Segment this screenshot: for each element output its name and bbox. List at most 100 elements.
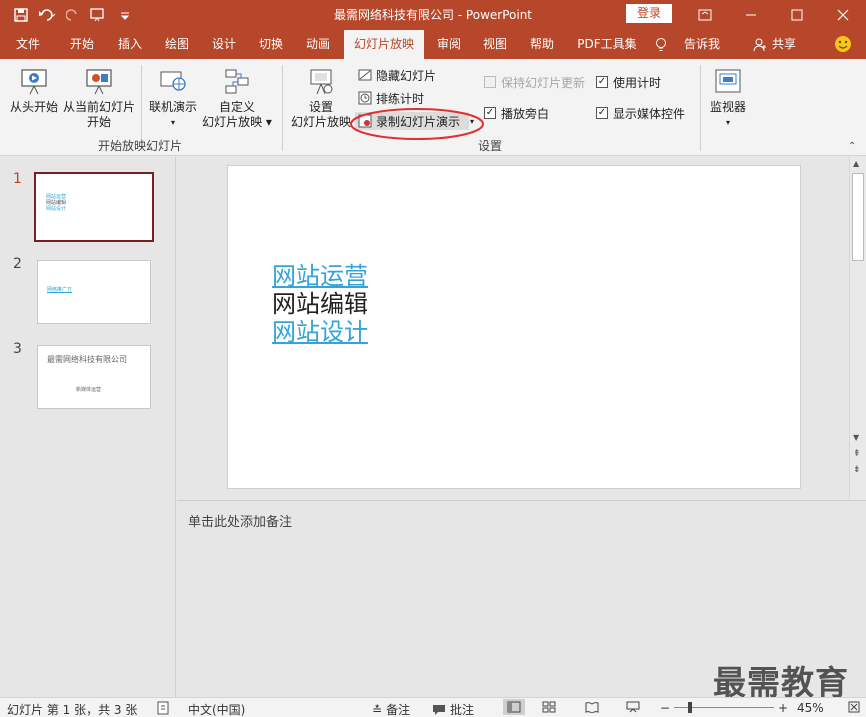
from-current-slide-button[interactable]: 从当前幻灯片 开始 (62, 67, 136, 130)
ribbon-separator (282, 65, 283, 151)
presentation-current-icon (86, 69, 112, 95)
setup-slideshow-label-2: 幻灯片放映 (290, 115, 351, 129)
present-online-icon (160, 71, 186, 91)
presentation-screen-icon (21, 69, 47, 95)
status-bar: 幻灯片 第 1 张，共 3 张 中文(中国) ≛ 备注 批注 − + 45% (0, 697, 866, 717)
tab-help[interactable]: 帮助 (520, 30, 564, 59)
current-slide[interactable]: 网站运营 网站编辑 网站设计 (227, 165, 801, 489)
scroll-down-icon[interactable]: ▼ (853, 433, 859, 442)
lightbulb-icon[interactable] (653, 30, 669, 59)
language-status[interactable]: 中文(中国) (188, 701, 245, 717)
show-media-controls-checkbox[interactable]: ✓ 显示媒体控件 (596, 104, 685, 122)
login-button[interactable]: 登录 (626, 4, 672, 23)
from-beginning-button[interactable]: 从头开始 (6, 67, 62, 115)
maximize-icon[interactable] (774, 0, 820, 30)
from-current-label-1: 从当前幻灯片 (62, 100, 135, 114)
undo-icon[interactable] (34, 4, 60, 26)
normal-view-icon[interactable] (503, 699, 525, 715)
slide-thumbnail-2[interactable]: 网络推广方 (37, 260, 151, 324)
minimize-icon[interactable] (728, 0, 774, 30)
play-narrations-checkbox[interactable]: ✓ 播放旁白 (484, 104, 549, 122)
zoom-slider-thumb[interactable] (688, 702, 692, 713)
redo-icon[interactable] (60, 4, 86, 26)
monitor-label: 监视器 (709, 100, 746, 114)
slide-thumbnail-1[interactable]: 网站运营 网站编辑 网站设计 (34, 172, 154, 242)
slide-link-website-operation[interactable]: 网站运营 (272, 262, 368, 290)
checkmark-icon: ✓ (596, 76, 608, 88)
notes-icon: ≛ (372, 702, 383, 717)
hide-slide-icon (358, 69, 372, 81)
custom-slideshow-label-2: 幻灯片放映 ▾ (202, 115, 272, 129)
accessibility-icon[interactable] (157, 701, 171, 715)
tab-insert[interactable]: 插入 (108, 30, 152, 59)
present-online-button[interactable]: 联机演示 ▾ (146, 67, 200, 130)
slide-sorter-view-icon[interactable] (542, 701, 556, 713)
save-icon[interactable] (8, 4, 34, 26)
use-timings-checkbox[interactable]: ✓ 使用计时 (596, 73, 661, 91)
ribbon-display-options-icon[interactable] (682, 0, 728, 30)
tab-design[interactable]: 设计 (202, 30, 246, 59)
share-button[interactable]: 共享 (769, 30, 799, 59)
collapse-ribbon-icon[interactable]: ⌃ (848, 141, 856, 152)
checkmark-icon: ✓ (596, 107, 608, 119)
custom-slideshow-button[interactable]: 自定义 幻灯片放映 ▾ (200, 67, 274, 130)
ribbon-slideshow: 从头开始 从当前幻灯片 开始 联机演示 ▾ 自定义 幻灯片放映 ▾ 开始放映幻灯… (0, 59, 866, 156)
from-start-qat-icon[interactable] (86, 4, 112, 26)
setup-slideshow-icon (310, 69, 333, 95)
slide-thumbnail-3[interactable]: 最需网络科技有限公司 新媒体运营 (37, 345, 151, 409)
comments-toggle-button[interactable]: 批注 (432, 701, 474, 717)
tab-animations[interactable]: 动画 (296, 30, 340, 59)
tab-pdf-tools[interactable]: PDF工具集 (570, 30, 644, 59)
zoom-level[interactable]: 45% (797, 701, 824, 715)
zoom-in-icon[interactable]: + (778, 701, 788, 715)
fit-to-window-icon[interactable] (848, 701, 860, 713)
hide-slide-label: 隐藏幻灯片 (376, 68, 437, 83)
slide-text-website-editing[interactable]: 网站编辑 (272, 290, 368, 318)
ribbon-separator (700, 65, 701, 151)
vertical-scrollbar[interactable]: ▲ ▼ ⇞ ⇟ (849, 157, 866, 499)
tab-tell-me[interactable]: 告诉我 (678, 30, 726, 59)
slide-number: 1 (13, 171, 22, 187)
slide-link-website-design[interactable]: 网站设计 (272, 318, 368, 346)
scrollbar-thumb[interactable] (852, 173, 864, 261)
slideshow-view-icon[interactable] (626, 701, 640, 713)
zoom-out-icon[interactable]: − (660, 701, 670, 715)
reading-view-icon[interactable] (585, 701, 599, 713)
from-beginning-label: 从头开始 (9, 100, 58, 114)
tab-file[interactable]: 文件 (6, 30, 50, 59)
tab-draw[interactable]: 绘图 (155, 30, 199, 59)
tab-home[interactable]: 开始 (60, 30, 104, 59)
smiley-feedback-icon[interactable] (832, 30, 854, 59)
thumb-subtitle: 新媒体运营 (76, 387, 102, 393)
tab-transitions[interactable]: 切换 (249, 30, 293, 59)
previous-slide-icon[interactable]: ⇞ (853, 449, 861, 459)
keep-slides-updated-checkbox[interactable]: 保持幻灯片更新 (484, 73, 585, 91)
use-timings-label: 使用计时 (613, 75, 662, 90)
scroll-up-icon[interactable]: ▲ (853, 159, 859, 168)
play-narrations-label: 播放旁白 (501, 106, 550, 121)
next-slide-icon[interactable]: ⇟ (853, 465, 861, 475)
chevron-down-icon: ▾ (170, 118, 175, 127)
notes-toggle-label: 备注 (386, 703, 411, 717)
slide-number: 3 (13, 341, 22, 357)
tab-review[interactable]: 审阅 (427, 30, 471, 59)
monitor-button[interactable]: 监视器 ▾ (706, 67, 750, 130)
show-media-controls-label: 显示媒体控件 (613, 106, 686, 121)
close-icon[interactable] (820, 0, 866, 30)
present-online-label: 联机演示 (148, 100, 197, 114)
from-current-label-2: 开始 (86, 115, 111, 129)
customize-qat-icon[interactable] (112, 4, 138, 26)
group-label-start-slideshow: 开始放映幻灯片 (98, 139, 183, 153)
tab-slideshow[interactable]: 幻灯片放映 (344, 30, 424, 59)
custom-slideshow-icon (225, 69, 249, 94)
tab-view[interactable]: 视图 (473, 30, 517, 59)
slide-count-status: 幻灯片 第 1 张，共 3 张 (7, 703, 138, 717)
rehearse-timings-button[interactable]: 排练计时 (358, 89, 424, 107)
checkmark-icon: ✓ (484, 107, 496, 119)
chevron-down-icon: ▾ (725, 118, 730, 127)
hide-slide-button[interactable]: 隐藏幻灯片 (358, 66, 436, 84)
checkbox-disabled-icon (484, 76, 496, 88)
notes-toggle-button[interactable]: ≛ 备注 (372, 701, 410, 717)
share-user-icon[interactable] (752, 30, 768, 59)
setup-slideshow-button[interactable]: 设置 幻灯片放映 (290, 67, 352, 130)
